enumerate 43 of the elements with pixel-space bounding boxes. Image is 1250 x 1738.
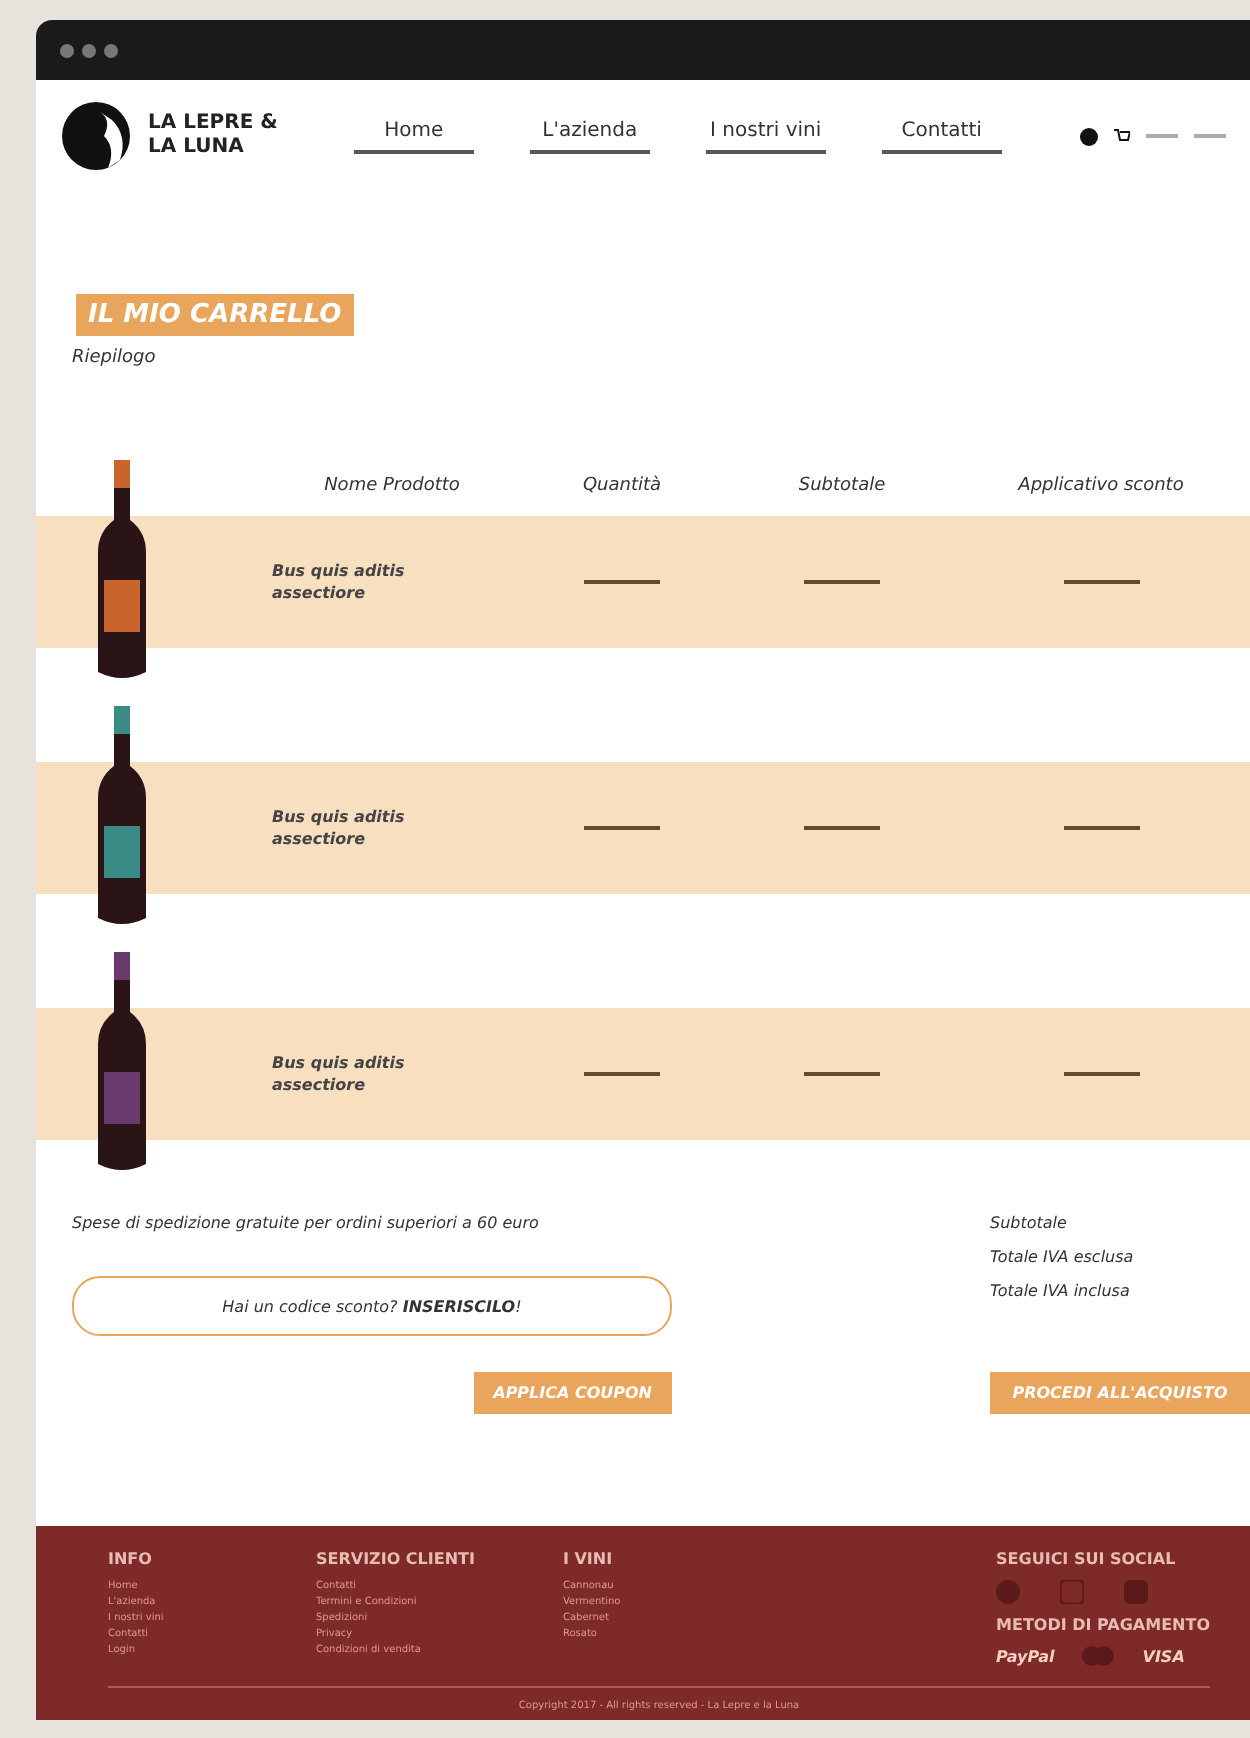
column-header: Subtotale — [796, 476, 888, 496]
summary-label: Riepilogo — [72, 348, 158, 368]
column-header: Applicativo sconto — [1015, 476, 1186, 496]
quantity-placeholder-line — [584, 1072, 660, 1076]
shipping-note: Spese di spedizione gratuite per ordini superiori a 60 euro — [72, 1214, 541, 1232]
user-icon[interactable] — [1080, 127, 1098, 145]
total-label: Totale IVA esclusa — [990, 1248, 1136, 1266]
footer-heading: METODI DI PAGAMENTO — [996, 1616, 1210, 1634]
column-header: Quantità — [580, 476, 664, 496]
window-dot[interactable] — [104, 43, 118, 57]
checkout-button[interactable]: PROCEDI ALL'ACQUISTO — [990, 1372, 1250, 1414]
nav-link[interactable]: Contatti — [881, 119, 1002, 153]
column-header: Nome Prodotto — [322, 476, 462, 496]
product-name: Bus quis aditis assectiore — [272, 559, 407, 605]
discount-placeholder-line — [1063, 580, 1139, 584]
nav-link[interactable]: Home — [353, 119, 474, 153]
footer-heading: INFO — [108, 1550, 154, 1568]
subtotal-placeholder-line — [804, 1072, 880, 1076]
product-name: Bus quis aditis assectiore — [272, 1051, 407, 1097]
brand-name: LA LEPRE & LA LUNA — [148, 112, 278, 160]
subtotal-placeholder-line — [804, 826, 880, 830]
quantity-placeholder-line — [584, 580, 660, 584]
total-label: Totale IVA inclusa — [990, 1282, 1132, 1300]
payment-logo: VISA — [1142, 1647, 1185, 1665]
footer-heading: I VINI — [562, 1550, 615, 1568]
coupon-field[interactable]: Hai un codice sconto? INSERISCILO! — [72, 1276, 672, 1336]
card-logo-icon — [1082, 1646, 1115, 1666]
footer-heading: SEGUICI SUI SOCIAL — [996, 1550, 1178, 1568]
nav-link[interactable]: I nostri vini — [705, 119, 826, 153]
window-dot[interactable] — [60, 43, 74, 57]
cart-icon[interactable] — [1114, 128, 1130, 144]
payment-logo: PayPal — [996, 1647, 1055, 1665]
apply-coupon-button[interactable]: APPLICA COUPON — [473, 1372, 672, 1414]
nav-link[interactable]: L'azienda — [529, 119, 650, 153]
discount-placeholder-line — [1063, 826, 1139, 830]
total-label: Subtotale — [990, 1214, 1069, 1232]
product-name: Bus quis aditis assectiore — [272, 805, 407, 851]
window-dot[interactable] — [82, 43, 96, 57]
subtotal-placeholder-line — [804, 580, 880, 584]
discount-placeholder-line — [1063, 1072, 1139, 1076]
quantity-placeholder-line — [584, 826, 660, 830]
cart-title: IL MIO CARRELLO — [76, 294, 354, 336]
footer-heading: SERVIZIO CLIENTI — [316, 1550, 475, 1568]
